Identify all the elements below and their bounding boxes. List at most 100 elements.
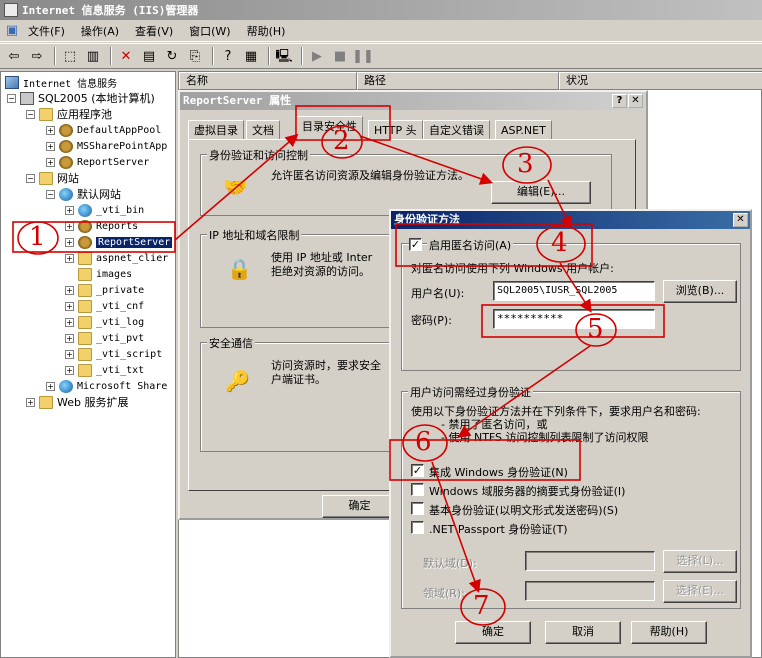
stop-icon[interactable]: ■ bbox=[330, 46, 350, 66]
expand-icon[interactable]: + bbox=[65, 237, 74, 247]
username-field[interactable]: SQL2005\IUSR_SQL2005 bbox=[493, 281, 655, 301]
tree-site-child[interactable]: images bbox=[65, 266, 132, 282]
realm-field[interactable] bbox=[525, 581, 655, 601]
menu-view[interactable]: 查看(V) bbox=[135, 23, 173, 39]
refresh-icon[interactable]: ↻ bbox=[162, 46, 182, 66]
basic-auth-label[interactable]: 基本身份验证(以明文形式发送密码)(S) bbox=[429, 502, 618, 518]
select-realm-button[interactable]: 选择(E)... bbox=[663, 580, 737, 603]
tree-pool-item[interactable]: + DefaultAppPool bbox=[46, 122, 161, 138]
console-icon[interactable]: ▦ bbox=[241, 46, 261, 66]
expand-icon[interactable]: + bbox=[65, 365, 74, 375]
expand-icon[interactable]: + bbox=[46, 157, 55, 167]
menu-action[interactable]: 操作(A) bbox=[81, 23, 119, 39]
collapse-icon[interactable]: − bbox=[26, 173, 35, 183]
tab-http-headers[interactable]: HTTP 头 bbox=[368, 120, 423, 140]
tree-sharepoint[interactable]: + Microsoft Share bbox=[46, 378, 167, 394]
tree-reportserver-selected[interactable]: + ReportServer bbox=[65, 234, 173, 250]
tree-root[interactable]: Internet 信息服务 bbox=[5, 74, 117, 90]
auth-close-icon[interactable]: ✕ bbox=[733, 213, 748, 227]
mmc-icon[interactable]: ▣ bbox=[4, 23, 20, 39]
tree-computer[interactable]: − SQL2005 (本地计算机) bbox=[7, 90, 155, 106]
expand-icon[interactable]: + bbox=[65, 285, 74, 295]
tree-app-pools[interactable]: − 应用程序池 bbox=[26, 106, 112, 122]
tree-default-site[interactable]: − 默认网站 bbox=[46, 186, 121, 202]
menu-file[interactable]: 文件(F) bbox=[28, 23, 65, 39]
expand-icon[interactable]: + bbox=[65, 317, 74, 327]
tree-site-child[interactable]: + _vti_cnf bbox=[65, 298, 144, 314]
basic-auth-checkbox[interactable] bbox=[411, 502, 424, 515]
expand-icon[interactable]: + bbox=[65, 333, 74, 343]
integrated-auth-label[interactable]: 集成 Windows 身份验证(N) bbox=[429, 464, 568, 480]
folder-icon bbox=[78, 267, 92, 281]
computer-icon bbox=[20, 91, 34, 105]
tab-documents[interactable]: 文档 bbox=[246, 120, 280, 140]
show-tree-icon[interactable]: ▥ bbox=[83, 46, 103, 66]
expand-icon[interactable]: + bbox=[65, 301, 74, 311]
passport-auth-checkbox[interactable] bbox=[411, 521, 424, 534]
tree-pool-item[interactable]: + MSSharePointApp bbox=[46, 138, 167, 154]
tree-site-child[interactable]: + _vti_script bbox=[65, 346, 162, 362]
edit-auth-button[interactable]: 编辑(E)... bbox=[491, 181, 591, 204]
anonymous-checkbox[interactable]: ✓ bbox=[409, 238, 422, 251]
ip-description: 使用 IP 地址或 Inter 拒绝对资源的访问。 bbox=[271, 251, 373, 278]
integrated-auth-checkbox[interactable]: ✓ bbox=[411, 464, 424, 477]
tree-pool-item[interactable]: + ReportServer bbox=[46, 154, 149, 170]
anonymous-label[interactable]: 启用匿名访问(A) bbox=[427, 237, 514, 253]
computer-icon[interactable]: 🖳 bbox=[274, 46, 294, 66]
expand-icon[interactable]: + bbox=[65, 349, 74, 359]
properties-icon[interactable]: ▤ bbox=[139, 46, 159, 66]
play-icon[interactable]: ▶ bbox=[307, 46, 327, 66]
column-header-status[interactable]: 状况 bbox=[559, 72, 762, 90]
collapse-icon[interactable]: − bbox=[46, 189, 55, 199]
forward-icon[interactable]: ⇨ bbox=[27, 46, 47, 66]
tree-site-child[interactable]: + aspnet_clier bbox=[65, 250, 168, 266]
help-icon[interactable]: ? bbox=[218, 46, 238, 66]
expand-icon[interactable]: + bbox=[26, 397, 35, 407]
tree-site-child[interactable]: + Reports bbox=[65, 218, 138, 234]
tree-websites[interactable]: − 网站 bbox=[26, 170, 79, 186]
tree-web-ext[interactable]: + Web 服务扩展 bbox=[26, 394, 128, 410]
tree-site-child[interactable]: + _vti_bin bbox=[65, 202, 144, 218]
default-domain-field[interactable] bbox=[525, 551, 655, 571]
expand-icon[interactable]: + bbox=[65, 205, 74, 215]
delete-icon[interactable]: ✕ bbox=[116, 46, 136, 66]
auth-access-group: 身份验证和访问控制 🤝 允许匿名访问资源及编辑身份验证方法。 编辑(E)... bbox=[200, 147, 612, 216]
expand-icon[interactable]: + bbox=[46, 141, 55, 151]
expand-icon[interactable]: + bbox=[46, 381, 55, 391]
auth-cancel-button[interactable]: 取消 bbox=[545, 621, 621, 644]
column-header-name[interactable]: 名称 bbox=[179, 72, 357, 90]
app-pool-icon bbox=[59, 123, 73, 137]
tab-aspnet[interactable]: ASP.NET bbox=[495, 120, 552, 140]
tab-custom-errors[interactable]: 自定义错误 bbox=[423, 120, 490, 140]
up-folder-icon[interactable]: ⬚ bbox=[60, 46, 80, 66]
auth-help-button[interactable]: 帮助(H) bbox=[631, 621, 707, 644]
tree-site-child[interactable]: + _vti_log bbox=[65, 314, 144, 330]
expand-icon[interactable]: + bbox=[46, 125, 55, 135]
export-list-icon[interactable]: ⎘ bbox=[185, 46, 205, 66]
digest-auth-label[interactable]: Windows 域服务器的摘要式身份验证(I) bbox=[429, 483, 625, 499]
tree-site-child[interactable]: + _private bbox=[65, 282, 144, 298]
dialog-help-icon[interactable]: ? bbox=[612, 94, 627, 108]
browse-button[interactable]: 浏览(B)... bbox=[663, 280, 737, 303]
digest-auth-checkbox[interactable] bbox=[411, 483, 424, 496]
tab-virtual-directory[interactable]: 虚拟目录 bbox=[188, 120, 244, 140]
collapse-icon[interactable]: − bbox=[26, 109, 35, 119]
properties-ok-button[interactable]: 确定 bbox=[322, 495, 397, 518]
column-header-path[interactable]: 路径 bbox=[357, 72, 559, 90]
menu-help[interactable]: 帮助(H) bbox=[247, 23, 286, 39]
passport-auth-label[interactable]: .NET Passport 身份验证(T) bbox=[429, 521, 568, 537]
expand-icon[interactable]: + bbox=[65, 253, 74, 263]
tab-directory-security[interactable]: 目录安全性 bbox=[296, 116, 363, 140]
tree-site-child[interactable]: + _vti_pvt bbox=[65, 330, 144, 346]
tree-site-child[interactable]: + _vti_txt bbox=[65, 362, 144, 378]
dialog-close-icon[interactable]: ✕ bbox=[628, 94, 643, 108]
realm-label: 领域(R): bbox=[423, 587, 465, 600]
pause-icon[interactable]: ❚❚ bbox=[352, 46, 374, 66]
menu-window[interactable]: 窗口(W) bbox=[189, 23, 230, 39]
select-domain-button[interactable]: 选择(L)... bbox=[663, 550, 737, 573]
expand-icon[interactable]: + bbox=[65, 221, 74, 231]
collapse-icon[interactable]: − bbox=[7, 93, 16, 103]
password-field[interactable]: ********** bbox=[493, 309, 655, 329]
back-icon[interactable]: ⇦ bbox=[4, 46, 24, 66]
auth-ok-button[interactable]: 确定 bbox=[455, 621, 531, 644]
